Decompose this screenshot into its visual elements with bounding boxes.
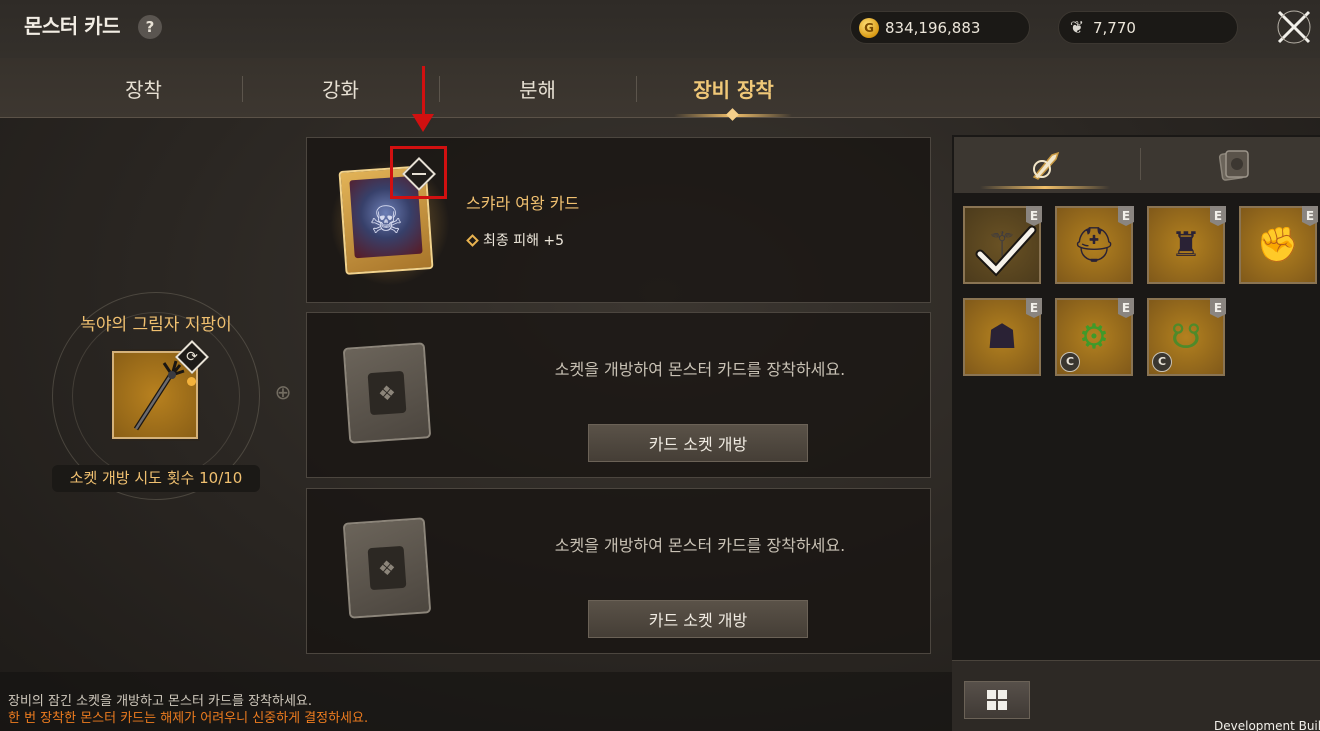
tab-bar: 장착 강화 분해 장비 장착 bbox=[0, 58, 1320, 118]
helmet-icon: ⛑ bbox=[1072, 225, 1116, 265]
active-tab-underline bbox=[980, 186, 1110, 189]
card-back-icon: ❖ bbox=[367, 370, 407, 416]
grade-badge: E bbox=[1118, 206, 1134, 226]
locked-card-slot: ❖ bbox=[342, 517, 432, 619]
grade-badge: E bbox=[1026, 298, 1042, 318]
gold-coin-icon: G bbox=[859, 17, 879, 38]
help-icon[interactable]: ? bbox=[138, 15, 162, 39]
open-socket-button[interactable]: 카드 소켓 개방 bbox=[588, 424, 808, 462]
stat-diamond-icon bbox=[466, 233, 479, 247]
notification-dot bbox=[187, 377, 196, 386]
feather-currency: ❦ 7,770 bbox=[1058, 11, 1238, 44]
tab-equip[interactable]: 장착 bbox=[46, 58, 241, 118]
annotation-highlight-box bbox=[390, 146, 447, 199]
monster-portrait-icon: ☠ bbox=[368, 198, 404, 242]
dev-build-label: Development Build bbox=[1214, 719, 1320, 731]
locked-card-slot: ❖ bbox=[342, 342, 432, 444]
close-icon[interactable] bbox=[1272, 5, 1316, 49]
card-back-icon: ❖ bbox=[367, 545, 407, 591]
grade-badge: E bbox=[1118, 298, 1134, 318]
tab-equipment-list[interactable] bbox=[956, 137, 1136, 193]
ring-icon: ⚙ bbox=[1078, 317, 1110, 357]
tab-disassemble[interactable]: 분해 bbox=[440, 58, 635, 118]
annotation-arrow-head bbox=[412, 114, 434, 132]
gold-currency: G 834,196,883 bbox=[850, 11, 1030, 44]
necklace-icon: ☋ bbox=[1170, 317, 1202, 357]
feather-amount: 7,770 bbox=[1093, 18, 1136, 37]
gloves-icon: ✊ bbox=[1256, 225, 1300, 265]
grade-badge: E bbox=[1026, 206, 1042, 226]
socket-locked-message: 소켓을 개방하여 몬스터 카드를 장착하세요. bbox=[554, 360, 846, 379]
warning-text: 한 번 장착한 몬스터 카드는 해제가 어려우니 신중하게 결정하세요. bbox=[8, 711, 369, 726]
socket-locked-message: 소켓을 개방하여 몬스터 카드를 장착하세요. bbox=[554, 536, 846, 555]
feather-currency-icon: ❦ bbox=[1069, 17, 1085, 38]
equipment-name: 녹야의 그림자 지팡이 bbox=[80, 315, 232, 335]
equipment-tab-icon bbox=[1032, 151, 1060, 180]
cloak-icon: ☗ bbox=[986, 317, 1018, 357]
grade-badge: E bbox=[1302, 206, 1318, 226]
page-title: 몬스터 카드 bbox=[24, 14, 120, 38]
annotation-arrow bbox=[422, 66, 425, 120]
grid-view-button[interactable] bbox=[964, 681, 1030, 719]
c-badge: C bbox=[1152, 352, 1172, 372]
open-socket-button[interactable]: 카드 소켓 개방 bbox=[588, 600, 808, 638]
grid-view-icon bbox=[987, 690, 1007, 710]
grade-badge: E bbox=[1210, 206, 1226, 226]
tab-enhance[interactable]: 강화 bbox=[243, 58, 438, 118]
refresh-icon[interactable]: ⟳ bbox=[180, 345, 204, 369]
selected-check-icon bbox=[975, 225, 1037, 277]
tab-card-list[interactable] bbox=[1144, 137, 1320, 193]
grade-badge: E bbox=[1210, 298, 1226, 318]
card-stat: 최종 피해 +5 bbox=[466, 230, 565, 250]
card-stat-text: 최종 피해 +5 bbox=[483, 233, 565, 249]
card-name: 스캬라 여왕 카드 bbox=[466, 194, 580, 213]
gold-amount: 834,196,883 bbox=[885, 18, 981, 37]
crosshair-icon: ⊕ bbox=[274, 380, 292, 404]
c-badge: C bbox=[1060, 352, 1080, 372]
card-tab-icon bbox=[1218, 150, 1249, 181]
armor-icon: ♜ bbox=[1170, 225, 1202, 265]
tab-divider bbox=[1140, 148, 1141, 180]
socket-attempts-label: 소켓 개방 시도 횟수 10/10 bbox=[52, 465, 260, 492]
